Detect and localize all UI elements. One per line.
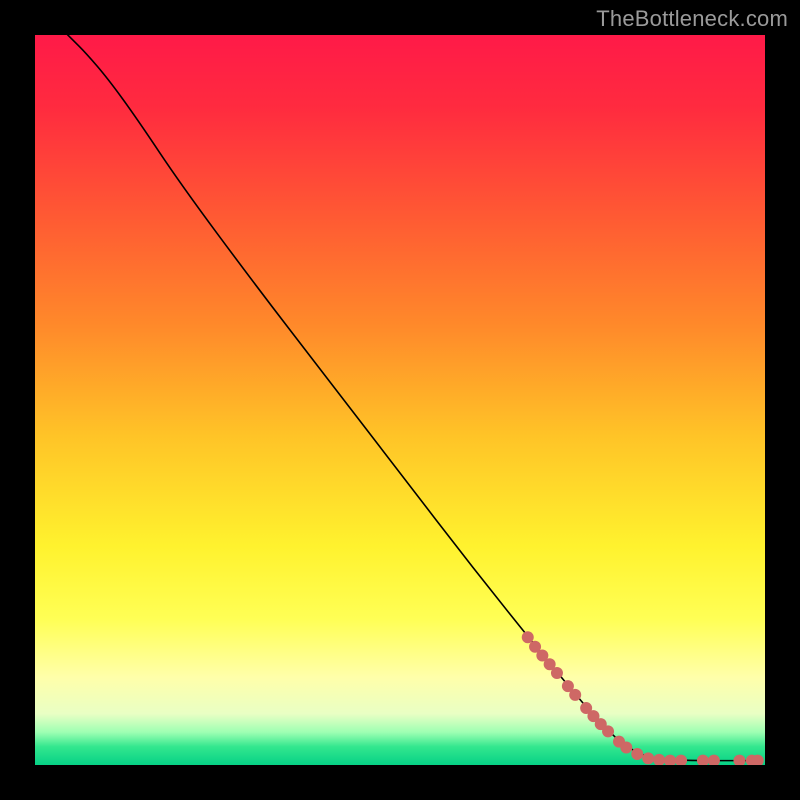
data-marker	[569, 689, 581, 701]
data-marker	[602, 725, 614, 737]
data-marker	[551, 667, 563, 679]
data-marker	[631, 748, 643, 760]
plot-area	[35, 35, 765, 765]
data-marker	[642, 752, 654, 764]
data-marker	[522, 631, 534, 643]
chart-svg	[35, 35, 765, 765]
data-marker	[620, 741, 632, 753]
background-gradient	[35, 35, 765, 765]
chart-stage: TheBottleneck.com	[0, 0, 800, 800]
watermark-text: TheBottleneck.com	[596, 6, 788, 32]
